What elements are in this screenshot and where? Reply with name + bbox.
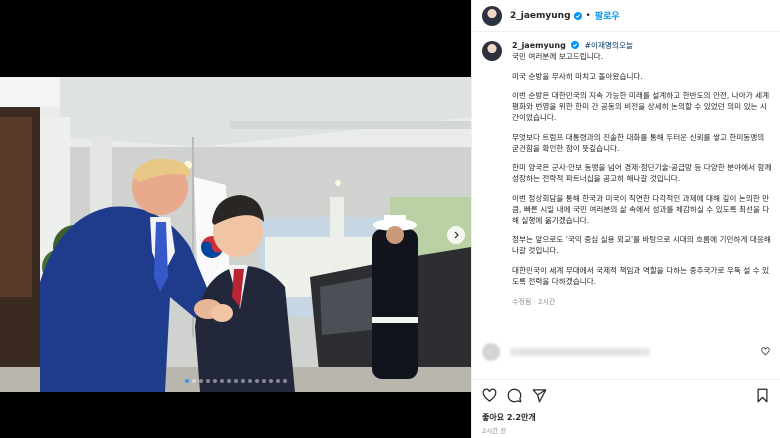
carousel-dot — [212, 379, 217, 383]
save-button[interactable] — [755, 388, 770, 403]
carousel-dot — [254, 379, 259, 383]
carousel-dot — [184, 379, 189, 383]
comment-button[interactable] — [507, 388, 522, 403]
carousel-dot — [233, 379, 238, 383]
share-button[interactable] — [532, 388, 547, 403]
heart-icon — [761, 347, 770, 356]
comment-icon — [507, 388, 522, 402]
verified-badge-icon — [571, 41, 580, 49]
blurred-comment — [510, 348, 650, 356]
bookmark-icon — [757, 388, 768, 402]
carousel-dot — [247, 379, 252, 383]
carousel-dot — [282, 379, 287, 383]
caption-text: 국민 여러분께 보고드립니다. 미국 순방을 무사히 마치고 돌아왔습니다. 이번 … — [512, 52, 772, 288]
post-timestamp[interactable]: 2시간 전 — [482, 425, 770, 435]
caption-meta: 수정됨 · 2시간 — [512, 297, 556, 306]
post-actions: 좋아요 2.2만개 2시간 전 — [472, 379, 780, 435]
carousel-dot — [275, 379, 280, 383]
carousel-dot — [261, 379, 266, 383]
caption-paragraph: 정부는 앞으로도 '국익 중심 실용 외교'를 바탕으로 시대의 흐름에 기민하… — [512, 235, 771, 256]
carousel-indicator — [0, 379, 471, 383]
caption-paragraph: 이번 순방은 대한민국의 지속 가능한 미래를 설계하고 한반도의 안전, 나아… — [512, 91, 772, 122]
caption-section: 2_jaemyung #이재명의오늘 국민 여러분께 보고드립니다. 미국 순방을… — [482, 41, 772, 341]
caption-paragraph: 국민 여러분께 보고드립니다. — [512, 51, 604, 61]
post-side-panel: 2_jaemyung • 팔로우 2_jaemyung #이재명의오늘 국민 여… — [471, 0, 780, 438]
carousel-dot — [268, 379, 273, 383]
comment-row — [482, 343, 770, 361]
separator: • — [585, 10, 591, 21]
caption-username-link[interactable]: 2_jaemyung — [512, 41, 566, 50]
username-link[interactable]: 2_jaemyung — [510, 11, 571, 21]
carousel-dot — [226, 379, 231, 383]
comment-like-button[interactable] — [761, 347, 770, 356]
avatar[interactable] — [482, 5, 502, 26]
commenter-avatar — [482, 343, 500, 361]
caption-paragraph: 미국 순방을 무사히 마치고 돌아왔습니다. — [512, 71, 643, 81]
like-button[interactable] — [482, 388, 497, 403]
like-count[interactable]: 좋아요 2.2만개 — [482, 412, 770, 423]
carousel-dot — [198, 379, 203, 383]
caption-avatar[interactable] — [482, 41, 502, 61]
media-pane — [0, 0, 471, 438]
next-photo-button[interactable] — [447, 226, 465, 244]
caption-paragraph: 한미 양국은 군사·안보 동맹을 넘어 경제·첨단기술·공급망 등 다양한 분야… — [512, 163, 772, 184]
post-photo[interactable] — [0, 77, 471, 392]
caption-paragraph: 대한민국이 세계 무대에서 국제적 책임과 역할을 다하는 중추국가로 우뚝 설… — [512, 265, 770, 286]
heart-icon — [482, 388, 497, 402]
photo-illustration — [0, 77, 471, 392]
verified-badge-icon — [573, 11, 582, 20]
caption-paragraph: 무엇보다 트럼프 대통령과의 진솔한 대화를 통해 두터운 신뢰를 쌓고 한미동… — [512, 132, 767, 153]
caption-paragraph: 이번 정상회담을 통해 한국과 미국이 직면한 다각적인 과제에 대해 깊이 논… — [512, 193, 770, 225]
carousel-dot — [191, 379, 196, 383]
carousel-dot — [219, 379, 224, 383]
share-icon — [532, 388, 547, 402]
chevron-right-icon — [454, 231, 459, 239]
hashtag-link[interactable]: #이재명의오늘 — [585, 41, 633, 50]
carousel-dot — [205, 379, 210, 383]
follow-button[interactable]: 팔로우 — [595, 9, 620, 22]
carousel-dot — [240, 379, 245, 383]
instagram-post-modal: 2_jaemyung • 팔로우 2_jaemyung #이재명의오늘 국민 여… — [0, 0, 780, 438]
post-header: 2_jaemyung • 팔로우 — [472, 0, 780, 32]
